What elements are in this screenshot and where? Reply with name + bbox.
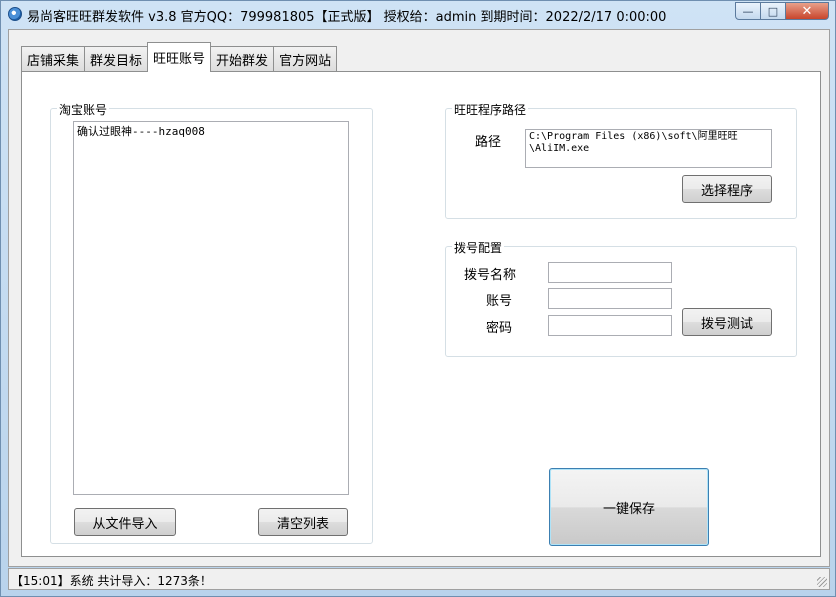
client-area: 店铺采集 群发目标 旺旺账号 开始群发 官方网站 淘宝账号 确认过眼神----h… bbox=[8, 29, 830, 567]
dialup-account-field[interactable] bbox=[548, 288, 672, 309]
minimize-icon: — bbox=[742, 4, 754, 18]
resize-grip-icon[interactable] bbox=[817, 577, 827, 587]
dialup-name-field[interactable] bbox=[548, 262, 672, 283]
tab-send-targets[interactable]: 群发目标 bbox=[84, 46, 149, 72]
tab-panel-wangwang-accounts: 淘宝账号 确认过眼神----hzaq008 从文件导入 清空列表 旺旺程序路径 … bbox=[21, 71, 821, 557]
path-label: 路径 bbox=[474, 135, 501, 150]
maximize-icon: □ bbox=[767, 4, 779, 18]
path-field[interactable]: C:\Program Files (x86)\soft\阿里旺旺\AliIM.e… bbox=[525, 129, 772, 168]
dialup-password-label: 密码 bbox=[485, 321, 512, 336]
window-title: 易尚客旺旺群发软件 v3.8 官方QQ：799981805【正式版】 授权给：a… bbox=[27, 10, 667, 25]
app-logo-icon bbox=[8, 7, 22, 21]
wangwang-path-legend: 旺旺程序路径 bbox=[452, 101, 529, 118]
select-program-button[interactable]: 选择程序 bbox=[682, 175, 772, 203]
taobao-accounts-group: 淘宝账号 确认过眼神----hzaq008 从文件导入 清空列表 bbox=[50, 101, 373, 544]
list-item[interactable]: 确认过眼神----hzaq008 bbox=[74, 122, 348, 140]
dialup-name-label: 拨号名称 bbox=[464, 268, 517, 283]
dialup-config-legend: 拨号配置 bbox=[452, 239, 505, 256]
tab-shop-collect[interactable]: 店铺采集 bbox=[21, 46, 86, 72]
taobao-accounts-list[interactable]: 确认过眼神----hzaq008 bbox=[73, 121, 349, 495]
dialup-test-button[interactable]: 拨号测试 bbox=[682, 308, 772, 336]
one-click-save-button[interactable]: 一键保存 bbox=[549, 468, 709, 546]
main-window: 易尚客旺旺群发软件 v3.8 官方QQ：799981805【正式版】 授权给：a… bbox=[0, 0, 836, 597]
minimize-button[interactable]: — bbox=[735, 2, 761, 20]
window-controls: — □ ✕ bbox=[735, 2, 829, 20]
taobao-accounts-legend: 淘宝账号 bbox=[57, 101, 110, 118]
dialup-config-group: 拨号配置 拨号名称 账号 密码 拨号测试 bbox=[445, 239, 797, 357]
status-message: 【15:01】系统 共计导入：1273条！ bbox=[11, 574, 212, 588]
close-button[interactable]: ✕ bbox=[786, 2, 829, 20]
tab-strip: 店铺采集 群发目标 旺旺账号 开始群发 官方网站 bbox=[21, 42, 338, 72]
dialup-password-field[interactable] bbox=[548, 315, 672, 336]
close-icon: ✕ bbox=[801, 3, 813, 19]
maximize-button[interactable]: □ bbox=[761, 2, 786, 20]
clear-list-button[interactable]: 清空列表 bbox=[258, 508, 348, 536]
dialup-account-label: 账号 bbox=[485, 294, 512, 309]
tab-official-site[interactable]: 官方网站 bbox=[273, 46, 338, 72]
title-bar[interactable]: 易尚客旺旺群发软件 v3.8 官方QQ：799981805【正式版】 授权给：a… bbox=[1, 1, 835, 27]
import-from-file-button[interactable]: 从文件导入 bbox=[74, 508, 176, 536]
tab-start-sending[interactable]: 开始群发 bbox=[210, 46, 275, 72]
tab-wangwang-accounts[interactable]: 旺旺账号 bbox=[147, 42, 212, 72]
wangwang-path-group: 旺旺程序路径 路径 C:\Program Files (x86)\soft\阿里… bbox=[445, 101, 797, 219]
status-bar: 【15:01】系统 共计导入：1273条！ bbox=[8, 568, 830, 590]
